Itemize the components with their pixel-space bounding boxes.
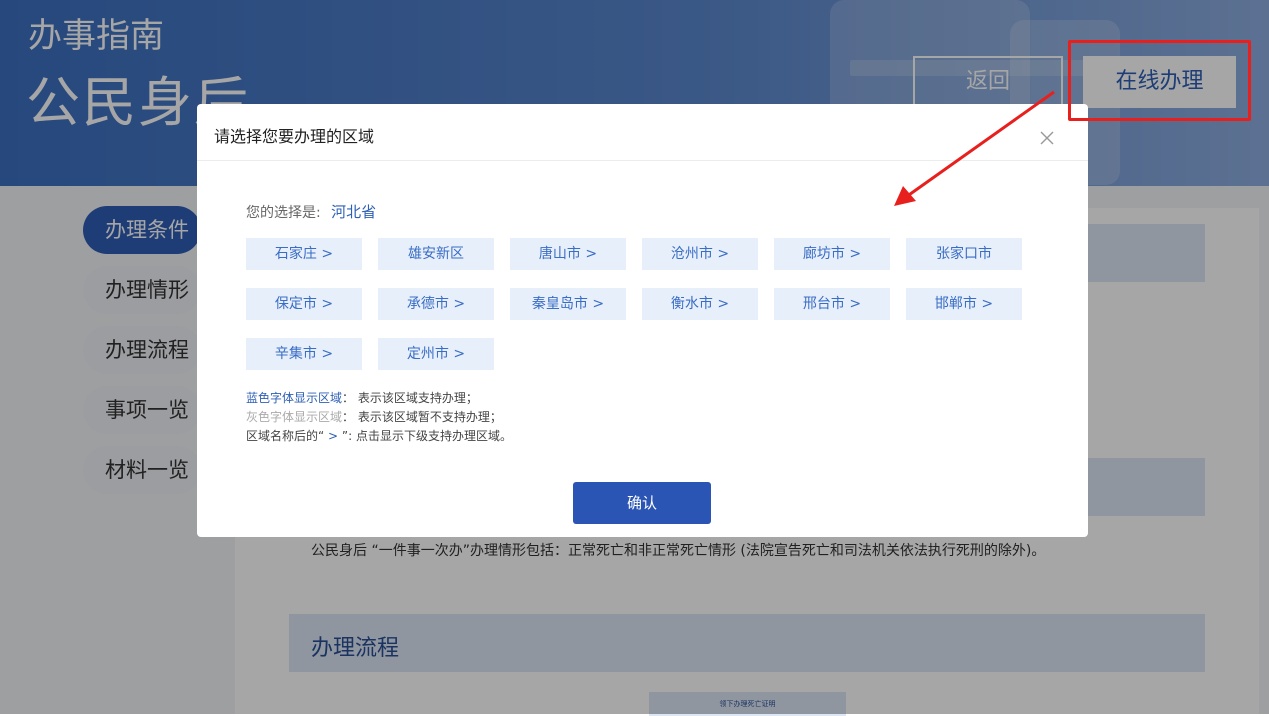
- region-cangzhou[interactable]: 沧州市 >: [642, 238, 758, 270]
- legend-gray-term: 灰色字体显示区域: [246, 410, 343, 424]
- region-zhangjiakou[interactable]: 张家口市: [906, 238, 1022, 270]
- close-icon[interactable]: [1039, 130, 1055, 146]
- legend-line-blue: 蓝色字体显示区域： 表示该区域支持办理；: [246, 389, 512, 408]
- selection-label: 您的选择是:: [246, 205, 321, 221]
- dialog-title: 请选择您要办理的区域: [214, 127, 375, 146]
- region-select-dialog: 请选择您要办理的区域 您的选择是: 河北省 石家庄 > 雄安新区 唐山市 > 沧…: [197, 104, 1088, 537]
- dialog-header: 请选择您要办理的区域: [197, 104, 1088, 161]
- region-hengshui[interactable]: 衡水市 >: [642, 288, 758, 320]
- region-handan[interactable]: 邯郸市 >: [906, 288, 1022, 320]
- region-legend: 蓝色字体显示区域： 表示该区域支持办理； 灰色字体显示区域： 表示该区域暂不支持…: [246, 389, 512, 446]
- legend-arrow-symbol: >: [324, 429, 342, 443]
- region-baoding[interactable]: 保定市 >: [246, 288, 362, 320]
- region-xiongan[interactable]: 雄安新区: [378, 238, 494, 270]
- legend-arrow-desc: ”: 点击显示下级支持办理区域。: [341, 429, 512, 443]
- region-xinji[interactable]: 辛集市 >: [246, 338, 362, 370]
- legend-blue-term: 蓝色字体显示区域: [246, 391, 343, 405]
- legend-arrow-prefix: 区域名称后的“: [246, 429, 325, 443]
- legend-line-gray: 灰色字体显示区域： 表示该区域暂不支持办理；: [246, 408, 512, 427]
- region-chengde[interactable]: 承德市 >: [378, 288, 494, 320]
- region-dingzhou[interactable]: 定州市 >: [378, 338, 494, 370]
- region-shijiazhuang[interactable]: 石家庄 >: [246, 238, 362, 270]
- region-tangshan[interactable]: 唐山市 >: [510, 238, 626, 270]
- legend-gray-desc: ： 表示该区域暂不支持办理；: [342, 410, 502, 424]
- region-langfang[interactable]: 廊坊市 >: [774, 238, 890, 270]
- legend-line-arrow: 区域名称后的“ > ”: 点击显示下级支持办理区域。: [246, 427, 512, 446]
- region-qinhuangdao[interactable]: 秦皇岛市 >: [510, 288, 626, 320]
- region-xingtai[interactable]: 邢台市 >: [774, 288, 890, 320]
- legend-blue-desc: ： 表示该区域支持办理；: [342, 391, 478, 405]
- annotation-highlight-box: [1068, 40, 1251, 121]
- confirm-button[interactable]: 确认: [573, 482, 711, 524]
- selection-summary: 您的选择是: 河北省: [246, 201, 376, 222]
- region-grid: 石家庄 > 雄安新区 唐山市 > 沧州市 > 廊坊市 > 张家口市 保定市 > …: [246, 238, 1026, 370]
- selection-value[interactable]: 河北省: [331, 203, 376, 221]
